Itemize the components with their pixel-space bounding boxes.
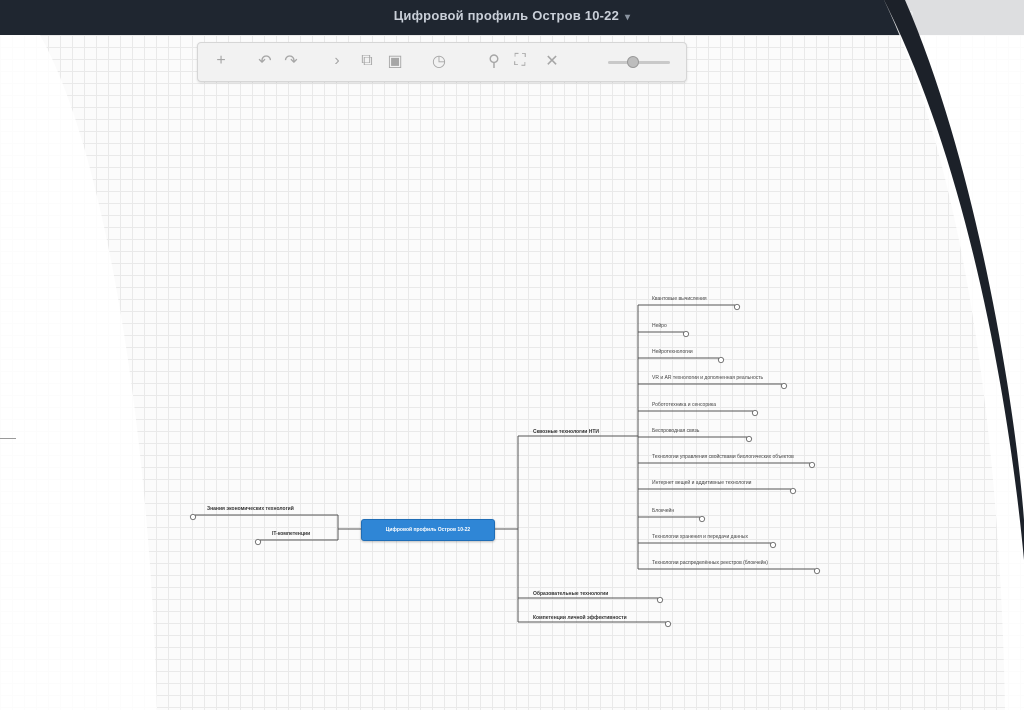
editor-toolbar: + ↶ ↷ › ⧉ ▣ ◷ ⚲ ⛶ ✕ bbox=[197, 42, 687, 82]
branch-node[interactable]: Компетенции личной эффективности bbox=[533, 615, 627, 621]
mind-map-connectors bbox=[189, 303, 821, 628]
search-icon[interactable]: ⚲ bbox=[483, 50, 505, 72]
add-icon[interactable]: + bbox=[210, 50, 232, 72]
undo-icon[interactable]: ↶ bbox=[254, 50, 276, 72]
expand-node-icon bbox=[189, 513, 197, 521]
expand-node-icon bbox=[733, 303, 741, 311]
copy-icon[interactable]: ⧉ bbox=[356, 50, 378, 72]
paste-style-icon[interactable]: › bbox=[326, 50, 348, 72]
mind-map: Цифровой профиль Остров 10-22 Сквозные т… bbox=[0, 0, 1024, 710]
zoom-slider-track[interactable] bbox=[608, 61, 670, 64]
redo-icon[interactable]: ↷ bbox=[280, 50, 302, 72]
branch-node[interactable]: IT-компетенции bbox=[272, 531, 310, 537]
clipboard-icon[interactable]: ▣ bbox=[384, 50, 406, 72]
root-node[interactable]: Цифровой профиль Остров 10-22 bbox=[361, 519, 495, 541]
leaf-node[interactable]: VR и AR технологии и дополненная реально… bbox=[652, 375, 763, 381]
expand-node-icon bbox=[717, 356, 725, 364]
leaf-node[interactable]: Технологии хранения и передачи данных bbox=[652, 534, 748, 540]
expand-node-icon bbox=[682, 330, 690, 338]
leaf-node[interactable]: Квантовые вычисления bbox=[652, 296, 707, 302]
branch-node[interactable]: Знания экономических технологий bbox=[207, 506, 294, 512]
expand-node-icon bbox=[656, 596, 664, 604]
expand-node-icon bbox=[769, 541, 777, 549]
leaf-node[interactable]: Технологии распределённых реестров (блок… bbox=[652, 560, 768, 566]
history-icon[interactable]: ◷ bbox=[428, 50, 450, 72]
fit-screen-icon[interactable]: ⛶ bbox=[509, 50, 531, 72]
leaf-node[interactable]: Робототехника и сенсорика bbox=[652, 402, 716, 408]
leaf-node[interactable]: Беспроводная связь bbox=[652, 428, 699, 434]
leaf-node[interactable]: Нейро bbox=[652, 323, 667, 329]
expand-node-icon bbox=[664, 620, 672, 628]
leaf-node[interactable]: Технологии управления свойствами биологи… bbox=[652, 454, 794, 460]
zoom-slider-handle[interactable] bbox=[626, 56, 639, 68]
expand-node-icon bbox=[751, 409, 759, 417]
branch-node[interactable]: Образовательные технологии bbox=[533, 591, 608, 597]
expand-node-icon bbox=[808, 461, 816, 469]
expand-node-icon bbox=[813, 567, 821, 575]
branch-node[interactable]: Сквозные технологии НТИ bbox=[533, 429, 599, 435]
expand-node-icon bbox=[780, 382, 788, 390]
expand-node-icon bbox=[254, 538, 262, 546]
leaf-node[interactable]: Блокчейн bbox=[652, 508, 674, 514]
collapse-icon[interactable]: ✕ bbox=[541, 50, 563, 72]
expand-node-icon bbox=[789, 487, 797, 495]
leaf-node[interactable]: Интернет вещей и аддитивные технологии bbox=[652, 480, 751, 486]
expand-node-icon bbox=[698, 515, 706, 523]
divider bbox=[0, 438, 16, 439]
leaf-node[interactable]: Нейротехнологии bbox=[652, 349, 693, 355]
expand-node-icon bbox=[745, 435, 753, 443]
